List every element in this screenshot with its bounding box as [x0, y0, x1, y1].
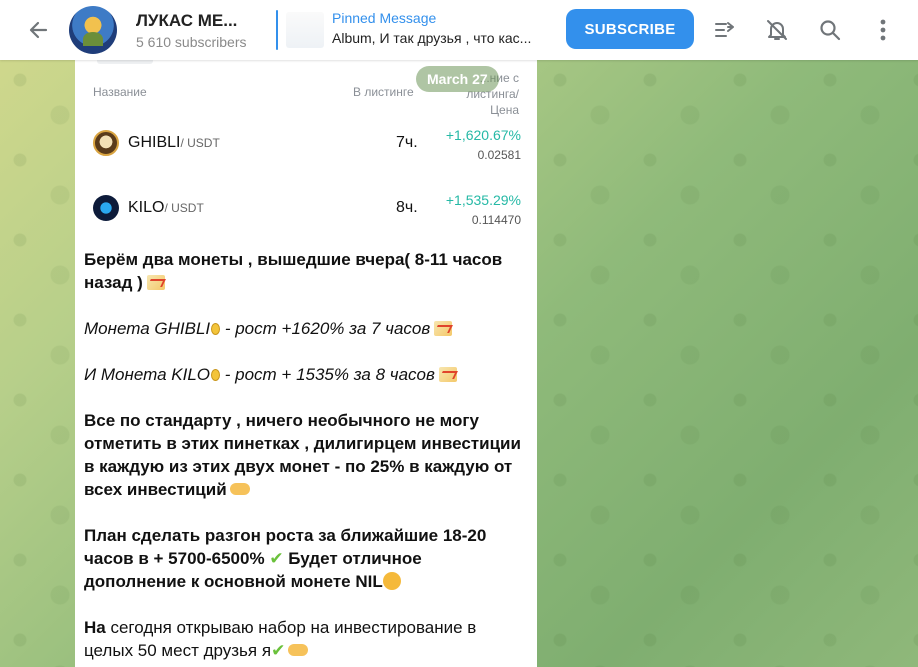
col-header-name: Название: [93, 85, 147, 99]
channel-avatar[interactable]: [69, 6, 117, 54]
listing-time: 8ч.: [396, 199, 418, 216]
chat-header: ЛУКАС МЕ... 5 610 subscribers Pinned Mes…: [0, 0, 918, 60]
pinned-indicator-bar: [276, 10, 278, 50]
search-icon: [820, 20, 841, 41]
paragraph-3-growth: - рост + 1535% за 8 часов: [220, 365, 435, 384]
coin-emoji-icon: [211, 323, 221, 335]
check-emoji-icon: ✔: [271, 641, 286, 660]
paragraph-5: План сделать разгон роста за ближайшие 1…: [84, 524, 524, 593]
paragraph-2-coin: Монета GHIBLI: [84, 319, 211, 338]
date-pill: March 27: [416, 66, 499, 92]
paragraph-2: Монета GHIBLI - рост +1620% за 7 часов: [84, 317, 524, 340]
search-button[interactable]: [810, 10, 850, 50]
message-text: Берём два монеты , вышедшие вчера( 8-11 …: [84, 248, 524, 667]
manage-icon: [715, 22, 734, 37]
table-row: KILO/ USDT 8ч. +1,535.29% 0.114470: [91, 191, 521, 241]
subscriber-count: 5 610 subscribers: [136, 33, 247, 50]
more-vertical-icon: [880, 19, 886, 41]
coin-name: KILO: [128, 199, 165, 216]
listing-time: 7ч.: [396, 134, 418, 151]
col-header-change-3: Цена: [490, 103, 519, 117]
handshake-emoji-icon: [288, 644, 309, 656]
chat-title: ЛУКАС МЕ...: [136, 10, 238, 30]
paragraph-6-lead: На: [84, 618, 106, 637]
table-row: GHIBLI/ USDT 7ч. +1,620.67% 0.02581: [91, 126, 521, 176]
handshake-emoji-icon: [229, 483, 250, 495]
pinned-message[interactable]: Pinned Message Album, И так друзья , что…: [276, 10, 557, 50]
price: 0.02581: [477, 148, 521, 162]
pinned-preview: Album, И так друзья , что кас...: [332, 30, 532, 46]
paragraph-3-coin: И Монета KILO: [84, 365, 211, 384]
col-header-listing: В листинге: [353, 85, 414, 99]
coin-name: GHIBLI: [128, 134, 181, 151]
chart-up-emoji-icon: [438, 367, 457, 382]
manage-button[interactable]: [705, 10, 745, 50]
paragraph-2-growth: - рост +1620% за 7 часов: [220, 319, 431, 338]
coin-emoji-icon: [211, 369, 221, 381]
paragraph-3: И Монета KILO - рост + 1535% за 8 часов: [84, 363, 524, 386]
paragraph-1: Берём два монеты , вышедшие вчера( 8-11 …: [84, 248, 524, 294]
coin-pair: / USDT: [164, 201, 204, 215]
paragraph-4-text: Все по стандарту , ничего необычного не …: [84, 411, 521, 499]
coin-name-cell: KILO/ USDT: [128, 199, 204, 217]
chat-info[interactable]: ЛУКАС МЕ... 5 610 subscribers: [136, 11, 264, 50]
subscribe-button[interactable]: SUBSCRIBE: [566, 9, 694, 49]
back-arrow-icon: [29, 21, 48, 39]
ghibli-coin-icon: [93, 130, 119, 156]
more-button[interactable]: [863, 10, 903, 50]
pinned-text-block: Pinned Message Album, И так друзья , что…: [332, 10, 557, 50]
change-percent: +1,620.67%: [445, 127, 521, 143]
check-emoji-icon: ✔: [269, 549, 284, 568]
pinned-title: Pinned Message: [332, 10, 437, 26]
back-button[interactable]: [16, 8, 60, 52]
coin-pair: / USDT: [180, 136, 220, 150]
message-bubble: Название В листинге ...ние с листинга/ Ц…: [75, 54, 537, 667]
chart-up-emoji-icon: [146, 275, 165, 290]
paragraph-4: Все по стандарту , ничего необычного не …: [84, 409, 524, 501]
chart-up-emoji-icon: [434, 321, 453, 336]
kilo-coin-icon: [93, 195, 119, 221]
mute-icon: [767, 20, 787, 40]
coin-name-cell: GHIBLI/ USDT: [128, 134, 220, 152]
money-face-emoji-icon: [382, 572, 401, 590]
mute-button[interactable]: [757, 10, 797, 50]
paragraph-6: На сегодня открываю набор на инвестирова…: [84, 616, 524, 662]
price: 0.114470: [471, 213, 521, 227]
change-percent: +1,535.29%: [445, 192, 521, 208]
pinned-thumbnail: [286, 12, 324, 48]
